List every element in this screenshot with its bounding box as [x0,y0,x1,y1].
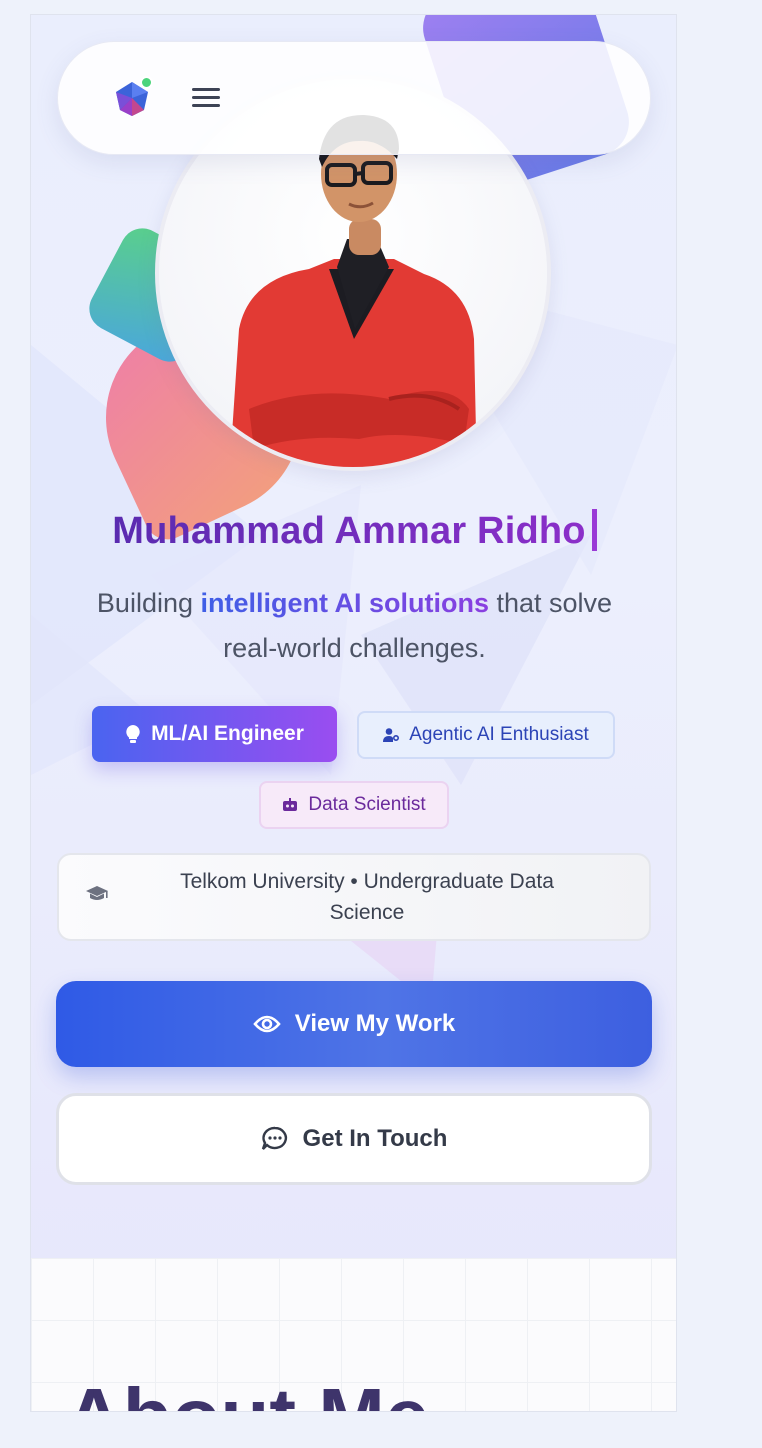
user-cog-icon [383,727,400,743]
eye-icon [253,1014,281,1034]
tagline-highlight: intelligent AI solutions [200,588,490,618]
tagline: Building intelligent AI solutions that s… [71,581,638,671]
role-label: ML/AI Engineer [151,722,304,745]
hamburger-menu-icon[interactable] [192,84,222,112]
about-section-title: About Me [65,1371,429,1411]
lightbulb-icon [125,724,141,744]
robot-icon [282,798,298,812]
role-chip-ml-ai-engineer[interactable]: ML/AI Engineer [92,706,337,762]
graduation-cap-icon [85,885,109,910]
role-label: Agentic AI Enthusiast [409,724,589,745]
phone-viewport: Muhammad Ammar Ridho Building intelligen… [30,14,677,1412]
name-text: Muhammad Ammar Ridho [112,510,586,552]
role-chip-agentic-ai[interactable]: Agentic AI Enthusiast [357,711,615,759]
chat-bubble-icon [261,1126,289,1152]
view-my-work-label: View My Work [294,1010,456,1037]
role-label: Data Scientist [308,794,426,815]
profile-name: Muhammad Ammar Ridho [31,509,676,553]
education-text: Telkom University • Undergraduate Data S… [180,870,554,924]
view-my-work-button[interactable]: View My Work [56,981,652,1067]
role-chip-data-scientist[interactable]: Data Scientist [259,781,449,829]
top-navbar [57,41,651,155]
typing-cursor [591,509,597,551]
hero-section: Muhammad Ammar Ridho Building intelligen… [31,15,676,1258]
online-status-dot [140,76,153,89]
education-card: Telkom University • Undergraduate Data S… [57,853,651,941]
get-in-touch-button[interactable]: Get In Touch [56,1093,652,1185]
get-in-touch-label: Get In Touch [302,1125,448,1152]
tagline-prefix: Building [96,588,201,618]
